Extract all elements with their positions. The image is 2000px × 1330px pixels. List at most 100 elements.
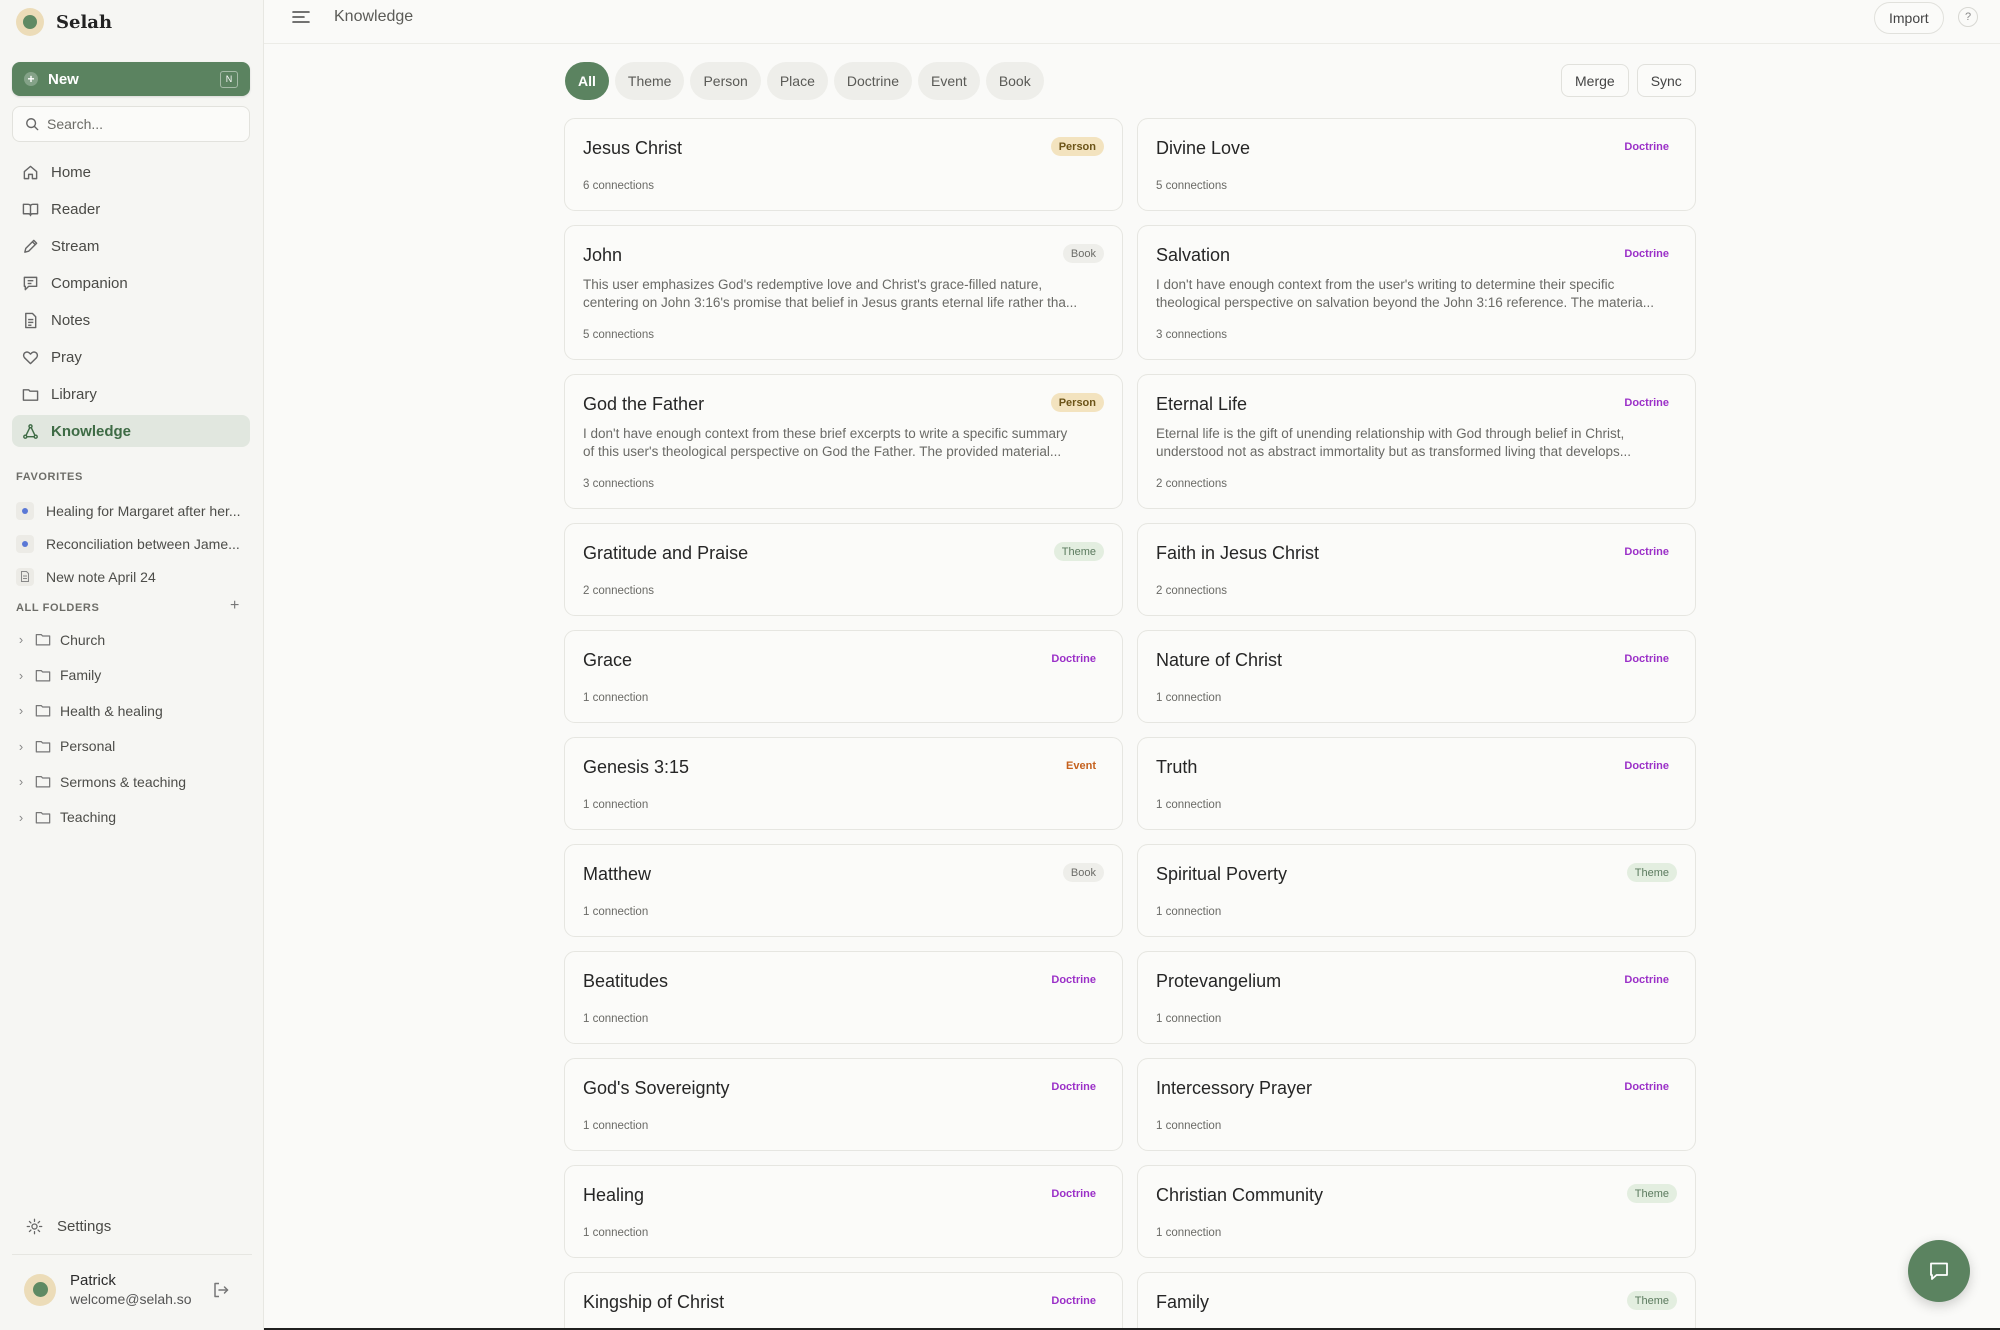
filter-chip-theme[interactable]: Theme — [614, 62, 685, 100]
favorite-label: Reconciliation between Jame... — [46, 535, 240, 552]
nav-item-companion[interactable]: Companion — [12, 267, 250, 299]
favorite-item[interactable]: New note April 24 — [16, 560, 248, 593]
logout-icon — [214, 1282, 229, 1298]
settings-link[interactable]: Settings — [26, 1218, 111, 1235]
connection-count: 1 connection — [1156, 1227, 1222, 1239]
favorite-item[interactable]: Healing for Margaret after her... — [16, 494, 248, 527]
help-button[interactable]: ? — [1958, 7, 1978, 27]
folder-item-health-healing[interactable]: › Health & healing — [16, 693, 248, 729]
type-badge: Doctrine — [1043, 970, 1104, 989]
type-badge: Book — [1062, 863, 1104, 882]
type-badge: Doctrine — [1616, 244, 1677, 263]
knowledge-card[interactable]: Matthew Book 1 connection — [564, 844, 1123, 937]
summary-line: of this user's theological perspective o… — [583, 444, 1062, 459]
knowledge-card[interactable]: Kingship of Christ Doctrine — [564, 1272, 1123, 1330]
knowledge-card[interactable]: Family Theme — [1137, 1272, 1696, 1330]
nav-item-reader[interactable]: Reader — [12, 193, 250, 225]
import-button[interactable]: Import — [1874, 2, 1944, 34]
folder-item-church[interactable]: › Church — [16, 622, 248, 658]
card-title: Protevangelium — [1156, 971, 1282, 991]
knowledge-card[interactable]: John Book This user emphasizes God's red… — [564, 225, 1123, 360]
knowledge-card[interactable]: Eternal Life Doctrine Eternal life is th… — [1137, 374, 1696, 509]
knowledge-card[interactable]: Truth Doctrine 1 connection — [1137, 737, 1696, 830]
chevron-right-icon[interactable]: › — [16, 774, 26, 789]
sync-button[interactable]: Sync — [1636, 64, 1696, 97]
chevron-right-icon[interactable]: › — [16, 632, 26, 647]
knowledge-card[interactable]: Divine Love Doctrine 5 connections — [1137, 118, 1696, 211]
knowledge-card[interactable]: Jesus Christ Person 6 connections — [564, 118, 1123, 211]
nav-item-home[interactable]: Home — [12, 156, 250, 188]
folder-item-family[interactable]: › Family — [16, 658, 248, 694]
user-profile[interactable]: Patrick welcome@selah.so — [24, 1272, 192, 1307]
filter-chip-doctrine[interactable]: Doctrine — [833, 62, 912, 100]
knowledge-card[interactable]: Beatitudes Doctrine 1 connection — [564, 951, 1123, 1044]
knowledge-card[interactable]: Intercessory Prayer Doctrine 1 connectio… — [1137, 1058, 1696, 1151]
connection-count: 1 connection — [1156, 1120, 1222, 1132]
knowledge-card[interactable]: Genesis 3:15 Event 1 connection — [564, 737, 1123, 830]
search-box[interactable] — [12, 106, 250, 142]
filter-chip-event[interactable]: Event — [918, 62, 980, 100]
knowledge-card[interactable]: Protevangelium Doctrine 1 connection — [1137, 951, 1696, 1044]
chevron-right-icon[interactable]: › — [16, 739, 26, 754]
filter-chip-person[interactable]: Person — [690, 62, 761, 100]
summary-line: understood not as abstract immortality b… — [1156, 444, 1631, 459]
filter-chip-all[interactable]: All — [565, 62, 609, 100]
chat-bubble-icon — [1930, 1262, 1948, 1280]
nav-item-library[interactable]: Library — [12, 378, 250, 410]
connection-count: 1 connection — [1156, 1013, 1222, 1025]
nav-item-label: Library — [51, 385, 97, 403]
summary-line: theological perspective on salvation bey… — [1156, 295, 1655, 310]
chat-fab-button[interactable] — [1908, 1240, 1970, 1302]
chevron-right-icon[interactable]: › — [16, 810, 26, 825]
add-folder-button[interactable]: + — [230, 598, 239, 614]
nav-item-pray[interactable]: Pray — [12, 341, 250, 373]
new-button-label: New — [48, 70, 79, 88]
folder-label: Teaching — [60, 809, 117, 826]
card-title: Intercessory Prayer — [1156, 1078, 1313, 1098]
sidebar: Selah + New N Home Reader Stream Compani… — [0, 0, 264, 1330]
merge-button[interactable]: Merge — [1561, 64, 1629, 97]
knowledge-card[interactable]: Salvation Doctrine I don't have enough c… — [1137, 225, 1696, 360]
knowledge-card[interactable]: Grace Doctrine 1 connection — [564, 630, 1123, 723]
folder-item-teaching[interactable]: › Teaching — [16, 800, 248, 836]
knowledge-card[interactable]: Nature of Christ Doctrine 1 connection — [1137, 630, 1696, 723]
nav-item-notes[interactable]: Notes — [12, 304, 250, 336]
card-title: Family — [1156, 1292, 1209, 1312]
knowledge-card[interactable]: God's Sovereignty Doctrine 1 connection — [564, 1058, 1123, 1151]
folder-list: › Church › Family › Health & healing › P… — [16, 622, 248, 835]
prayer-dot-icon — [16, 501, 34, 520]
knowledge-card[interactable]: Healing Doctrine 1 connection — [564, 1165, 1123, 1258]
knowledge-card[interactable]: Spiritual Poverty Theme 1 connection — [1137, 844, 1696, 937]
chevron-right-icon[interactable]: › — [16, 703, 26, 718]
new-button[interactable]: + New N — [12, 62, 250, 96]
favorite-item[interactable]: Reconciliation between Jame... — [16, 527, 248, 560]
settings-label: Settings — [57, 1218, 112, 1235]
nav-item-knowledge[interactable]: Knowledge — [12, 415, 250, 447]
topbar: Knowledge Import ? — [264, 0, 2000, 44]
nav-item-stream[interactable]: Stream — [12, 230, 250, 262]
filter-chip-book[interactable]: Book — [985, 62, 1044, 100]
filter-chip-place[interactable]: Place — [766, 62, 828, 100]
knowledge-card[interactable]: Christian Community Theme 1 connection — [1137, 1165, 1696, 1258]
knowledge-card[interactable]: Gratitude and Praise Theme 2 connections — [564, 523, 1123, 616]
folder-item-personal[interactable]: › Personal — [16, 729, 248, 765]
logout-button[interactable] — [212, 1281, 230, 1304]
knowledge-card[interactable]: God the Father Person I don't have enoug… — [564, 374, 1123, 509]
summary-line: I don't have enough context from these b… — [583, 426, 1068, 441]
knowledge-card[interactable]: Faith in Jesus Christ Doctrine 2 connect… — [1137, 523, 1696, 616]
gear-icon — [26, 1218, 43, 1235]
card-title: Matthew — [583, 864, 652, 884]
search-input[interactable] — [47, 116, 227, 132]
card-summary: I don't have enough context from the use… — [1156, 276, 1677, 312]
card-title: Jesus Christ — [583, 138, 683, 158]
type-badge: Theme — [1626, 1291, 1677, 1310]
chevron-right-icon[interactable]: › — [16, 668, 26, 683]
favorites-list: Healing for Margaret after her... Reconc… — [16, 494, 248, 593]
brand[interactable]: Selah — [16, 8, 112, 36]
folder-item-sermons-teaching[interactable]: › Sermons & teaching — [16, 764, 248, 800]
sidebar-toggle-button[interactable] — [292, 9, 310, 30]
nav-item-label: Pray — [51, 348, 82, 366]
type-badge: Doctrine — [1043, 649, 1104, 668]
card-title: Genesis 3:15 — [583, 757, 690, 777]
card-summary: This user emphasizes God's redemptive lo… — [583, 276, 1104, 312]
